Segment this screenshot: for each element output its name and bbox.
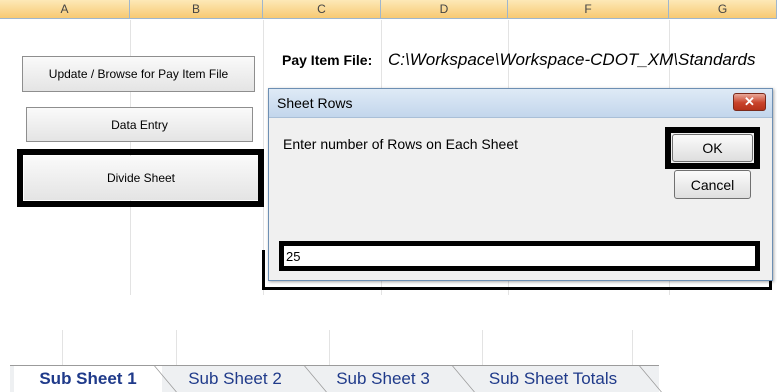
sheet-tab-3[interactable]: Sub Sheet 3 (318, 366, 448, 392)
cancel-button[interactable]: Cancel (674, 170, 751, 199)
gridline (482, 330, 483, 368)
ok-button[interactable]: OK (672, 134, 753, 162)
divide-sheet-button[interactable]: Divide Sheet (24, 156, 258, 200)
dialog-title: Sheet Rows (277, 95, 353, 111)
column-header-g[interactable]: G (669, 0, 777, 19)
rows-per-sheet-input[interactable] (284, 246, 755, 266)
update-browse-button[interactable]: Update / Browse for Pay Item File (22, 56, 255, 92)
sheet-tab-1[interactable]: Sub Sheet 1 (14, 366, 162, 392)
dialog-titlebar[interactable]: Sheet Rows ✕ (269, 89, 772, 118)
sheet-rows-dialog: Sheet Rows ✕ Enter number of Rows on Eac… (268, 88, 773, 281)
gridline (62, 330, 63, 368)
column-header-c[interactable]: C (263, 0, 381, 19)
dialog-prompt: Enter number of Rows on Each Sheet (283, 136, 519, 152)
close-icon[interactable]: ✕ (733, 93, 766, 111)
data-entry-button[interactable]: Data Entry (26, 107, 253, 142)
column-header-row: A B C D F G (0, 0, 777, 20)
gridline (329, 330, 330, 368)
gridline (176, 330, 177, 368)
sheet-tab-2[interactable]: Sub Sheet 2 (170, 366, 300, 392)
column-header-b[interactable]: B (130, 0, 263, 19)
column-header-a[interactable]: A (0, 0, 130, 19)
sheet-tab-totals[interactable]: Sub Sheet Totals (468, 366, 638, 392)
pay-item-file-path: C:\Workspace\Workspace-CDOT_XM\Standards (388, 50, 756, 69)
gridline (632, 330, 633, 368)
spreadsheet-area: A B C D F G Update / Browse for Pay Item… (0, 0, 777, 295)
pay-item-file-label: Pay Item File: (282, 52, 373, 68)
column-header-d[interactable]: D (381, 0, 508, 19)
column-header-f[interactable]: F (508, 0, 669, 19)
